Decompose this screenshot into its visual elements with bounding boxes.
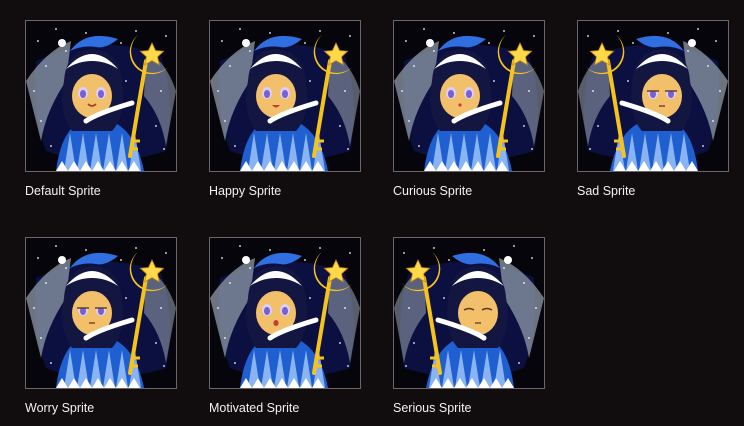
- moonlight-cookie-sprite-image: [210, 21, 360, 171]
- sprite-thumbnail[interactable]: [393, 237, 545, 389]
- sprite-label: Default Sprite: [25, 184, 101, 198]
- sprite-label: Curious Sprite: [393, 184, 473, 198]
- sprite-card-sad[interactable]: Sad Sprite: [577, 20, 729, 198]
- sprite-card-serious[interactable]: Serious Sprite: [393, 237, 545, 415]
- sprite-gallery: Default Sprite Happy Sprite Curious Spri…: [0, 0, 744, 426]
- sprite-card-motivated[interactable]: Motivated Sprite: [209, 237, 361, 415]
- sprite-label: Worry Sprite: [25, 401, 95, 415]
- moonlight-cookie-sprite-image: [26, 238, 176, 388]
- sprite-thumbnail[interactable]: [577, 20, 729, 172]
- moonlight-cookie-sprite-image: [394, 238, 544, 388]
- sprite-thumbnail[interactable]: [25, 20, 177, 172]
- sprite-thumbnail[interactable]: [25, 237, 177, 389]
- sprite-label: Sad Sprite: [577, 184, 636, 198]
- moonlight-cookie-sprite-image: [210, 238, 360, 388]
- sprite-card-curious[interactable]: Curious Sprite: [393, 20, 545, 198]
- moonlight-cookie-sprite-image: [578, 21, 728, 171]
- sprite-label: Motivated Sprite: [209, 401, 300, 415]
- moonlight-cookie-sprite-image: [26, 21, 176, 171]
- sprite-card-worry[interactable]: Worry Sprite: [25, 237, 177, 415]
- sprite-card-happy[interactable]: Happy Sprite: [209, 20, 361, 198]
- sprite-thumbnail[interactable]: [209, 237, 361, 389]
- sprite-label: Serious Sprite: [393, 401, 472, 415]
- moonlight-cookie-sprite-image: [394, 21, 544, 171]
- sprite-thumbnail[interactable]: [209, 20, 361, 172]
- sprite-thumbnail[interactable]: [393, 20, 545, 172]
- sprite-card-default[interactable]: Default Sprite: [25, 20, 177, 198]
- sprite-label: Happy Sprite: [209, 184, 282, 198]
